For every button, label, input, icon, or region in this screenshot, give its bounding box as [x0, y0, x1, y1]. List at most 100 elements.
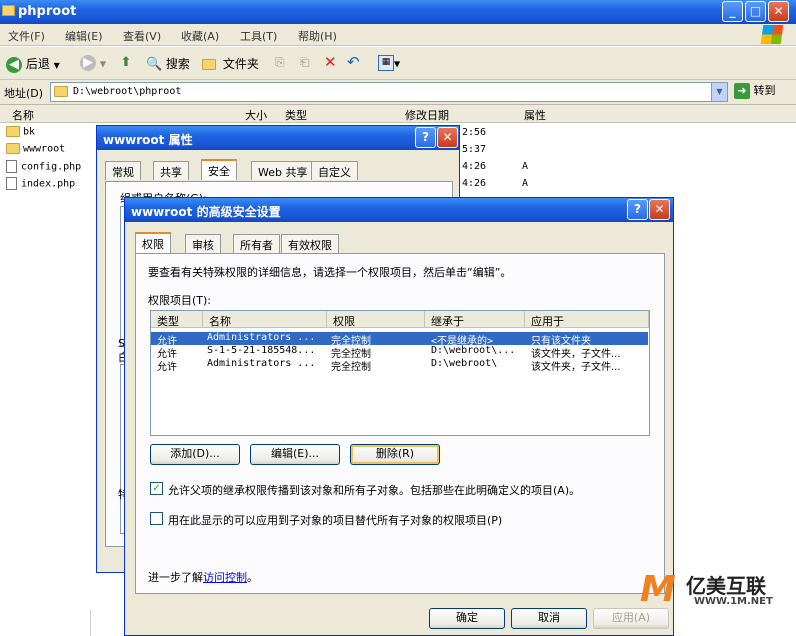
- advanced-titlebar: wwwroot 的高级安全设置 ? ✕: [125, 198, 673, 222]
- watermark-logo-icon: M: [640, 569, 676, 610]
- menu-tools[interactable]: 工具(T): [240, 28, 277, 44]
- modified-time: 4:26: [462, 161, 487, 172]
- column-type[interactable]: 类型: [285, 107, 307, 123]
- list-header-inherited-from[interactable]: 继承于: [425, 311, 525, 328]
- address-value: D:\webroot\phproot: [73, 86, 182, 97]
- remove-button[interactable]: 删除(R): [350, 444, 440, 465]
- windows-logo-icon: [760, 25, 784, 44]
- tab-sharing[interactable]: 共享: [153, 161, 189, 180]
- replace-checkbox[interactable]: [150, 512, 163, 525]
- cell-name: Administrators ...: [207, 358, 316, 369]
- ok-button[interactable]: 确定: [429, 608, 505, 629]
- table-row[interactable]: 允许 Administrators ... 完全控制 <不是继承的> 只有该文件…: [151, 332, 648, 347]
- file-row[interactable]: config.php: [6, 160, 81, 176]
- column-size[interactable]: 大小: [245, 107, 267, 123]
- cell-name: S-1-5-21-185548...: [207, 345, 316, 356]
- properties-tabs: 常规 共享 安全 Web 共享 自定义: [105, 159, 455, 181]
- up-folder-icon: ⬆: [120, 55, 132, 70]
- list-header-apply-to[interactable]: 应用于: [525, 311, 649, 328]
- tab-web-sharing[interactable]: Web 共享: [251, 161, 315, 180]
- column-name[interactable]: 名称: [12, 107, 34, 123]
- tab-permissions[interactable]: 权限: [135, 232, 171, 253]
- access-control-link[interactable]: 访问控制: [203, 571, 247, 584]
- close-button[interactable]: ✕: [437, 127, 458, 148]
- up-folder-button[interactable]: ⬆: [118, 55, 134, 71]
- menu-file[interactable]: 文件(F): [8, 28, 45, 44]
- search-icon: 🔍: [146, 56, 163, 72]
- list-header-permission[interactable]: 权限: [327, 311, 425, 328]
- attribute-value: A: [522, 178, 529, 189]
- column-header: 名称 大小 类型 修改日期 属性: [0, 105, 796, 123]
- advanced-tabs: 权限 审核 所有者 有效权限: [135, 232, 665, 254]
- advanced-title: wwwroot 的高级安全设置: [131, 205, 281, 219]
- views-button[interactable]: ▦ ▼: [378, 55, 400, 71]
- search-button[interactable]: 🔍 搜索: [146, 55, 190, 73]
- go-button[interactable]: ➜ 转到: [734, 82, 788, 102]
- go-arrow-icon: ➜: [734, 83, 750, 99]
- close-button[interactable]: ✕: [768, 1, 789, 22]
- list-header-name[interactable]: 名称: [203, 311, 327, 328]
- back-arrow-icon: ◀: [6, 56, 22, 73]
- tab-customize[interactable]: 自定义: [311, 161, 358, 180]
- properties-titlebar: wwwroot 属性 ? ✕: [97, 126, 459, 150]
- tab-security[interactable]: 安全: [201, 159, 237, 180]
- move-to-icon[interactable]: ⎘: [275, 55, 285, 70]
- file-row[interactable]: bk: [6, 126, 35, 142]
- tab-owner[interactable]: 所有者: [233, 234, 280, 253]
- address-label: 地址(D): [4, 87, 44, 100]
- file-row[interactable]: wwwroot: [6, 143, 65, 159]
- address-input[interactable]: D:\webroot\phproot ▼: [50, 82, 728, 102]
- folder-icon: [6, 126, 20, 137]
- menu-help[interactable]: 帮助(H): [298, 28, 337, 44]
- info-text: 要查看有关特殊权限的详细信息，请选择一个权限项目，然后单击“编辑”。: [148, 266, 512, 279]
- inherit-checkbox[interactable]: ✓: [150, 482, 163, 495]
- php-file-icon: [6, 160, 17, 173]
- menu-view[interactable]: 查看(V): [123, 28, 161, 44]
- list-header-type[interactable]: 类型: [151, 311, 203, 328]
- tab-auditing[interactable]: 审核: [185, 234, 221, 253]
- close-button[interactable]: ✕: [649, 199, 670, 220]
- modified-time: 2:56: [462, 127, 487, 138]
- watermark: M 亿美互联 WWW.1M.NET: [640, 570, 790, 615]
- window-titlebar: phproot _ □ ✕: [0, 0, 796, 24]
- folders-icon: [202, 59, 216, 70]
- minimize-button[interactable]: _: [722, 1, 743, 22]
- permission-list-label: 权限项目(T):: [148, 294, 212, 307]
- tab-general[interactable]: 常规: [105, 161, 141, 180]
- tab-effective-permissions[interactable]: 有效权限: [281, 234, 339, 253]
- column-attributes[interactable]: 属性: [524, 107, 546, 123]
- delete-icon[interactable]: ✕: [324, 53, 337, 71]
- menu-favorites[interactable]: 收藏(A): [181, 28, 219, 44]
- permissions-panel: 要查看有关特殊权限的详细信息，请选择一个权限项目，然后单击“编辑”。 权限项目(…: [135, 253, 665, 594]
- folders-button[interactable]: 文件夹: [202, 55, 259, 72]
- back-button[interactable]: ◀ 后退 ▼: [6, 55, 60, 73]
- cell-inherited: D:\webroot\: [431, 358, 498, 369]
- menu-edit[interactable]: 编辑(E): [65, 28, 103, 44]
- folder-icon: [2, 5, 15, 16]
- permission-entries-list[interactable]: 类型 名称 权限 继承于 应用于 允许 Administrators ... 完…: [150, 310, 650, 436]
- undo-icon[interactable]: ↶: [347, 53, 360, 71]
- column-modified[interactable]: 修改日期: [405, 107, 449, 123]
- help-button[interactable]: ?: [415, 127, 436, 148]
- address-dropdown-icon[interactable]: ▼: [711, 83, 727, 101]
- cell-type: 允许: [157, 362, 177, 373]
- table-row[interactable]: 允许 Administrators ... 完全控制 D:\webroot\ 该…: [151, 358, 648, 373]
- window-title: phproot: [18, 4, 77, 19]
- cancel-button[interactable]: 取消: [511, 608, 587, 629]
- modified-time: 5:37: [462, 144, 487, 155]
- forward-button[interactable]: ▶ ▼: [80, 55, 106, 71]
- file-row[interactable]: index.php: [6, 177, 75, 193]
- folder-icon: [6, 143, 20, 154]
- watermark-url: WWW.1M.NET: [694, 596, 773, 607]
- copy-to-icon[interactable]: ⎗: [300, 55, 310, 70]
- folder-icon: [54, 86, 68, 97]
- inherit-label: 允许父项的继承权限传播到该对象和所有子对象。包括那些在此明确定义的项目(A)。: [168, 484, 581, 497]
- php-file-icon: [6, 177, 17, 190]
- add-button[interactable]: 添加(D)...: [150, 444, 240, 465]
- table-row[interactable]: 允许 S-1-5-21-185548... 完全控制 D:\webroot\..…: [151, 345, 648, 360]
- maximize-button[interactable]: □: [745, 1, 766, 22]
- help-button[interactable]: ?: [627, 199, 648, 220]
- forward-arrow-icon: ▶: [80, 55, 96, 71]
- edit-button[interactable]: 编辑(E)...: [250, 444, 340, 465]
- cell-permission: 完全控制: [331, 362, 371, 373]
